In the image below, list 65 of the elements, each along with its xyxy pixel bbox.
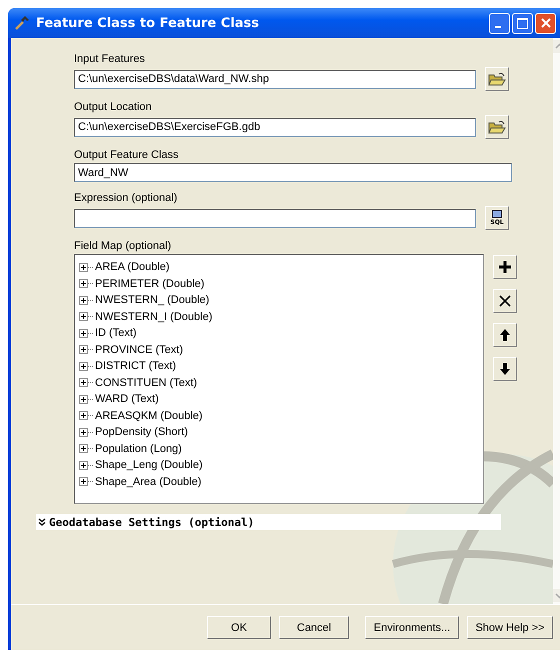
field-item[interactable]: PopDensity (Short)	[95, 426, 188, 438]
input-field[interactable]	[74, 208, 476, 228]
field-item[interactable]: Population (Long)	[95, 442, 182, 455]
expand-icon[interactable]	[79, 279, 88, 288]
field-item[interactable]: DISTRICT (Text)	[95, 360, 176, 372]
browse-button[interactable]	[485, 67, 509, 91]
dialog-button[interactable]: Environments...	[365, 616, 459, 639]
expand-icon[interactable]	[79, 296, 88, 305]
input-field[interactable]: Ward_NW	[74, 163, 512, 182]
field-item[interactable]: ID (Text)	[95, 327, 137, 340]
expand-icon[interactable]	[79, 262, 88, 272]
field-map-label: Field Map (optional)	[74, 240, 172, 252]
dialog-button[interactable]: Cancel	[279, 616, 349, 639]
expand-icon[interactable]	[79, 312, 88, 322]
add-button[interactable]	[493, 255, 517, 279]
plus-icon	[498, 260, 512, 274]
field-label: Output Location	[74, 100, 153, 115]
expand-icon[interactable]	[79, 362, 88, 371]
expand-icon[interactable]	[79, 328, 88, 338]
browse-button[interactable]	[485, 115, 509, 139]
section-title: Geodatabase Settings (optional)	[49, 516, 254, 528]
field-item[interactable]: AREASQKM (Double)	[95, 410, 203, 422]
maximize-button[interactable]	[512, 12, 533, 34]
field-item[interactable]: NWESTERN_ (Double)	[95, 294, 210, 306]
window-title: Feature Class to Feature Class	[36, 16, 260, 30]
hammer-icon	[14, 15, 30, 31]
chevron-icon	[38, 518, 46, 526]
dialog-button[interactable]: Show Help >>	[467, 616, 553, 639]
cross-icon	[499, 295, 511, 307]
field-item[interactable]: CONSTITUEN (Text)	[95, 376, 198, 389]
folder-icon	[488, 120, 506, 134]
input-field[interactable]: C:\un\exerciseDBS\data\Ward_NW.shp	[74, 70, 476, 88]
move-up-button[interactable]	[493, 323, 517, 347]
minimize-button[interactable]	[489, 12, 510, 34]
dialog-button[interactable]: OK	[207, 616, 271, 639]
down-arrow-icon	[499, 362, 511, 376]
expand-icon[interactable]	[79, 345, 88, 354]
minimize-icon	[494, 26, 500, 28]
close-icon	[540, 18, 550, 28]
geodatabase-settings-header[interactable]: Geodatabase Settings (optional)	[36, 514, 501, 530]
field-item[interactable]: WARD (Text)	[95, 393, 159, 406]
window-icon	[492, 210, 502, 218]
field-item[interactable]: PERIMETER (Double)	[95, 278, 204, 290]
expand-icon[interactable]	[79, 460, 88, 470]
folder-icon	[488, 72, 506, 86]
field-item[interactable]: NWESTERN_I (Double)	[95, 310, 212, 323]
expand-icon[interactable]	[79, 444, 88, 454]
expand-icon[interactable]	[79, 411, 88, 420]
field-label: Expression (optional)	[74, 191, 178, 206]
maximize-icon	[517, 18, 528, 28]
move-down-button[interactable]	[493, 357, 517, 381]
up-arrow-icon	[499, 328, 511, 342]
expand-icon[interactable]	[79, 378, 88, 388]
field-item[interactable]: Shape_Area (Double)	[95, 476, 202, 488]
field-item[interactable]: Shape_Leng (Double)	[95, 459, 203, 472]
field-item[interactable]: PROVINCE (Text)	[95, 344, 184, 356]
input-field[interactable]: C:\un\exerciseDBS\ExerciseFGB.gdb	[74, 118, 476, 136]
field-item[interactable]: AREA (Double)	[95, 261, 170, 274]
close-button[interactable]	[535, 12, 556, 34]
expand-icon[interactable]	[79, 428, 88, 437]
delete-button[interactable]	[493, 289, 517, 313]
expand-icon[interactable]	[79, 394, 88, 404]
expand-icon[interactable]	[79, 477, 88, 486]
field-label: Input Features	[74, 52, 146, 67]
field-label: Output Feature Class	[74, 148, 180, 163]
